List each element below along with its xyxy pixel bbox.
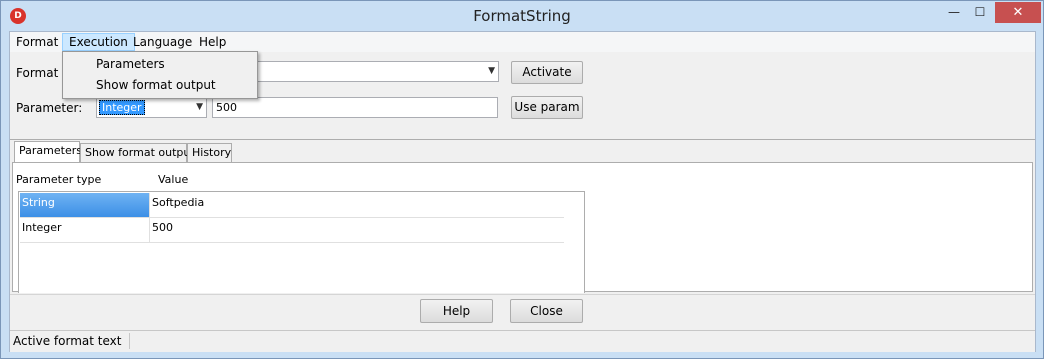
parameters-panel: Parameter type Value String Softpedia In… [12, 162, 1033, 293]
menu-execution[interactable]: Execution [62, 33, 135, 51]
status-text: Active format text [13, 334, 122, 348]
parameter-type-value: Integer [99, 100, 145, 115]
title-bar[interactable]: D FormatString — ☐ ✕ [1, 1, 1043, 31]
window-title: FormatString [473, 7, 571, 25]
help-button[interactable]: Help [420, 299, 493, 323]
activate-button[interactable]: Activate [511, 61, 583, 84]
close-window-button[interactable]: ✕ [995, 2, 1041, 23]
table-cell-type[interactable]: Integer [20, 218, 150, 242]
main-window: D FormatString — ☐ ✕ Format Execution La… [0, 0, 1044, 359]
table-cell-value[interactable]: 500 [150, 218, 564, 242]
status-divider [129, 333, 130, 349]
minimize-button[interactable]: — [941, 2, 967, 23]
maximize-button[interactable]: ☐ [967, 2, 993, 23]
parameter-value-input[interactable]: 500 [212, 97, 498, 118]
tab-parameters[interactable]: Parameters [14, 141, 82, 163]
menu-language[interactable]: Language [127, 33, 198, 51]
tab-history[interactable]: History [187, 143, 232, 162]
column-header-parameter-type[interactable]: Parameter type [16, 173, 101, 186]
parameter-label: Parameter: [16, 101, 83, 115]
format-string-combo[interactable]: ▼ [257, 61, 499, 82]
menu-help[interactable]: Help [193, 33, 232, 51]
column-header-value[interactable]: Value [158, 173, 188, 186]
menu-item-show-format-output[interactable]: Show format output [64, 75, 256, 96]
parameter-type-combo[interactable]: Integer ▼ [96, 97, 207, 118]
parameters-table: String Softpedia Integer 500 [18, 191, 585, 293]
chevron-down-icon: ▼ [196, 102, 203, 112]
menu-item-parameters[interactable]: Parameters [64, 54, 256, 75]
table-row[interactable]: Integer 500 [20, 218, 564, 243]
execution-menu-dropdown: Parameters Show format output [62, 51, 258, 99]
divider [10, 294, 1035, 295]
table-cell-value[interactable]: Softpedia [150, 193, 564, 217]
menu-format[interactable]: Format [10, 33, 64, 51]
table-row[interactable]: String Softpedia [20, 193, 564, 218]
tab-show-format-output[interactable]: Show format output [80, 143, 195, 162]
use-param-button[interactable]: Use param [511, 96, 583, 119]
chevron-down-icon: ▼ [488, 66, 495, 76]
status-bar: Active format text [10, 330, 1035, 352]
table-cell-type[interactable]: String [20, 193, 150, 217]
close-button[interactable]: Close [510, 299, 583, 323]
menu-bar: Format Execution Language Help [10, 32, 1035, 52]
